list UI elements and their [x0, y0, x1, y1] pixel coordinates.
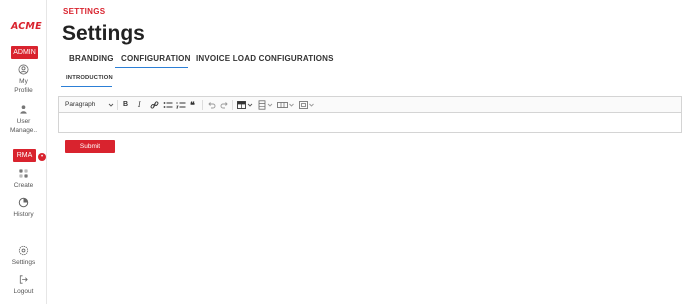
chevron-down-icon[interactable] [108, 100, 114, 110]
sidebar-item-label: Logout [13, 288, 34, 295]
tab-configuration[interactable]: CONFIGURATION [121, 54, 191, 63]
rma-badge[interactable]: RMA [13, 149, 36, 162]
table-column-icon[interactable] [258, 100, 274, 110]
sidebar-item-settings[interactable]: Settings [0, 245, 47, 267]
table-icon[interactable] [237, 100, 253, 110]
redo-icon[interactable] [220, 100, 229, 110]
sidebar-item-label: My [19, 78, 28, 85]
blockquote-icon[interactable]: ❝ [190, 100, 195, 110]
tab-invoice-load-configurations[interactable]: INVOICE LOAD CONFIGURATIONS [196, 54, 334, 63]
users-icon [20, 105, 27, 114]
history-icon [18, 197, 29, 208]
table-row-icon[interactable] [277, 100, 295, 110]
paragraph-select[interactable]: Paragraph [65, 100, 95, 110]
numbered-list-icon[interactable] [176, 100, 186, 110]
active-tab-indicator [115, 67, 188, 68]
undo-icon[interactable] [207, 100, 216, 110]
sidebar: ACME ADMIN My Profile User Manage.. RMA … [0, 0, 47, 304]
grid-icon [19, 169, 28, 178]
subtab-introduction[interactable]: INTRODUCTION [66, 75, 113, 81]
bold-icon[interactable]: B [123, 100, 128, 110]
rma-notification-dot: • [38, 153, 46, 161]
merge-cells-icon[interactable] [299, 100, 315, 110]
sidebar-item-history[interactable]: History [0, 197, 47, 219]
sidebar-item-my-profile[interactable]: My Profile [0, 64, 47, 95]
sidebar-item-label: Manage.. [9, 127, 38, 134]
italic-icon[interactable]: I [138, 100, 141, 110]
submit-button[interactable]: Submit [65, 140, 115, 153]
page-title: Settings [62, 22, 145, 45]
sidebar-item-label: Settings [11, 259, 36, 266]
gear-icon [18, 245, 29, 256]
sidebar-item-label: Create [13, 182, 34, 189]
active-subtab-indicator [61, 86, 112, 87]
sidebar-item-label: Profile [14, 87, 33, 94]
acme-logo[interactable]: ACME [11, 21, 42, 32]
link-icon[interactable] [150, 100, 159, 110]
sidebar-item-create[interactable]: Create [0, 168, 47, 190]
logout-icon [19, 275, 28, 284]
admin-badge[interactable]: ADMIN [11, 46, 38, 59]
user-circle-icon [18, 64, 29, 75]
sidebar-item-logout[interactable]: Logout [0, 274, 47, 296]
editor-content-area[interactable] [59, 114, 681, 132]
rich-text-editor: Paragraph B I ❝ [58, 96, 682, 133]
sidebar-item-label: User [16, 118, 31, 125]
editor-toolbar: Paragraph B I ❝ [59, 97, 681, 113]
breadcrumb: SETTINGS [63, 7, 106, 16]
bulleted-list-icon[interactable] [163, 100, 173, 110]
tab-branding[interactable]: BRANDING [69, 54, 114, 63]
sidebar-item-user-management[interactable]: User Manage.. [0, 104, 47, 135]
sidebar-item-label: History [13, 211, 34, 218]
